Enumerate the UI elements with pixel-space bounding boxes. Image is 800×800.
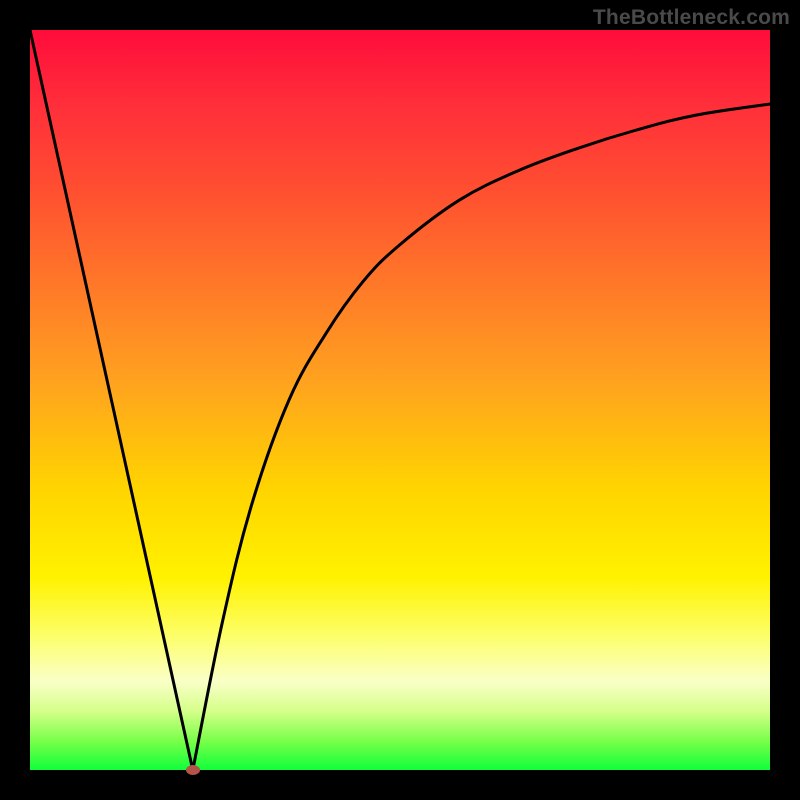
watermark-text: TheBottleneck.com: [593, 6, 790, 30]
curve-path: [30, 30, 770, 770]
plot-area: [30, 30, 770, 770]
chart-frame: TheBottleneck.com: [0, 0, 800, 800]
bottleneck-curve: [30, 30, 770, 770]
optimum-marker: [186, 765, 200, 775]
